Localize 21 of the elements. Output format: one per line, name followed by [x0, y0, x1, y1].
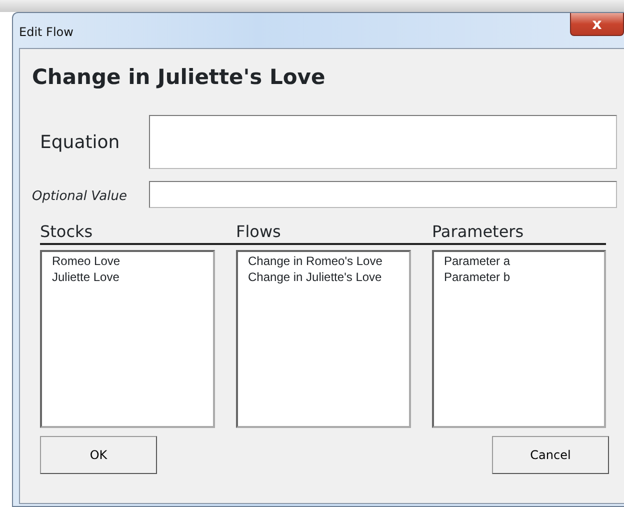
list-heading: Flows — [236, 221, 432, 245]
list-box[interactable]: Romeo Love Juliette Love — [40, 250, 215, 428]
list-item[interactable]: Change in Juliette's Love — [248, 269, 399, 285]
list-heading: Stocks — [40, 221, 236, 245]
list-item[interactable]: Juliette Love — [52, 269, 203, 285]
list-heading: Parameters — [432, 221, 606, 245]
list-box[interactable]: Change in Romeo's Love Change in Juliette's Love — [236, 250, 411, 428]
ok-button[interactable]: OK — [40, 436, 157, 474]
list-box[interactable]: Parameter a Parameter b — [432, 250, 606, 428]
list-item[interactable]: Change in Romeo's Love — [248, 253, 399, 269]
list-item[interactable]: Parameter b — [444, 269, 594, 285]
input-field[interactable] — [149, 181, 617, 208]
field-label: Optional Value — [32, 188, 127, 204]
flow-heading: Change in Juliette's Love — [32, 64, 326, 91]
field-label: Equation — [39, 132, 120, 152]
list-item[interactable]: Romeo Love — [52, 253, 203, 269]
input-field[interactable] — [149, 115, 617, 169]
cancel-button[interactable]: Cancel — [492, 436, 609, 474]
close-button[interactable]: x — [570, 13, 624, 36]
window-title: Edit Flow — [19, 24, 74, 41]
list-item[interactable]: Parameter a — [444, 253, 594, 269]
